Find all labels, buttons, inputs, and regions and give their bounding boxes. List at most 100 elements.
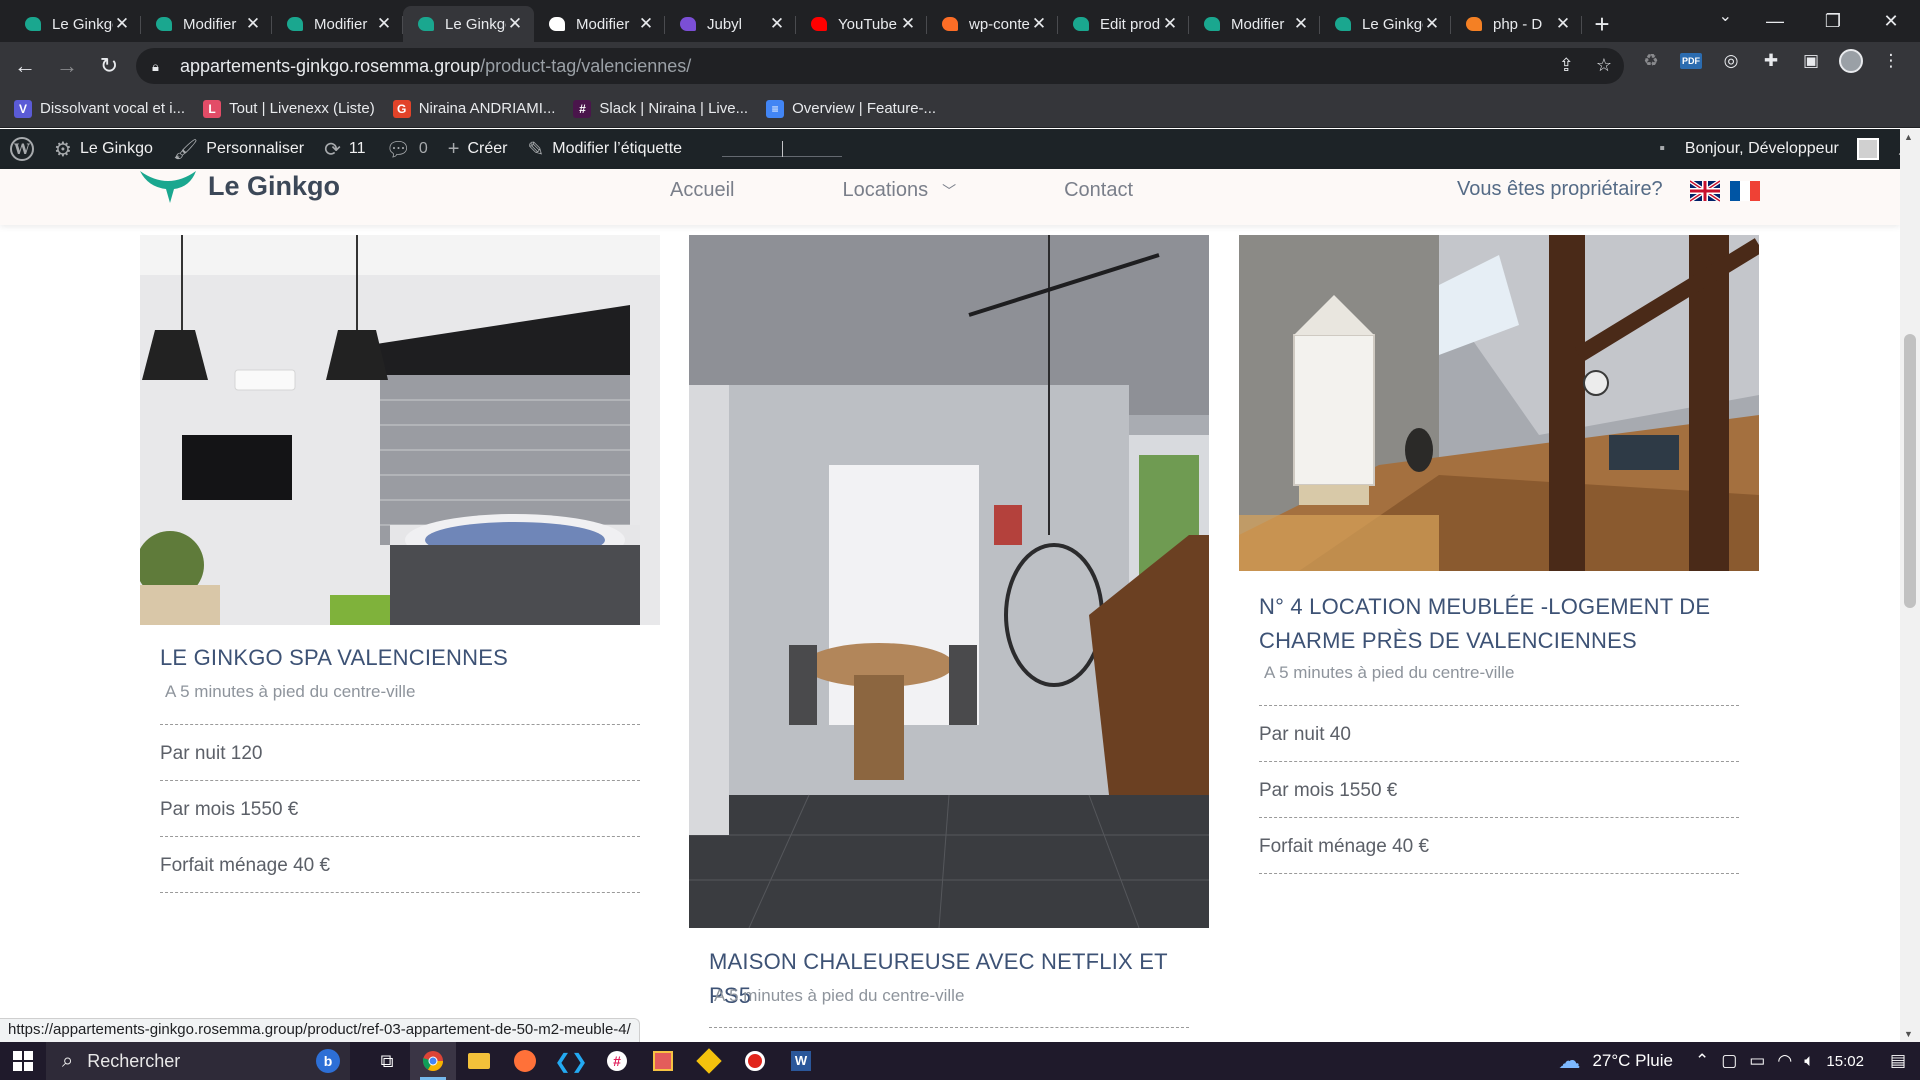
git-icon[interactable] (686, 1042, 732, 1080)
product-card-netflix[interactable]: MAISON CHALEUREUSE AVEC NETFLIX ET PS5 A… (689, 235, 1209, 1035)
wp-create-link[interactable]: + Créer (438, 129, 518, 169)
windows-start-button[interactable] (0, 1042, 46, 1080)
bookmark-item[interactable]: # Slack | Niraina | Live... (573, 99, 748, 118)
weather-text[interactable]: 27°C Pluie (1592, 1051, 1673, 1071)
extensions-puzzle-icon[interactable]: ✚ (1758, 48, 1784, 74)
tab-search-icon[interactable]: ⌄ (1719, 6, 1732, 26)
page-scrollbar[interactable]: ▲ ▼ (1900, 129, 1920, 1042)
close-tab-icon[interactable]: ✕ (1292, 14, 1310, 34)
product-card-spa[interactable]: LE GINKGO SPA VALENCIENNES A 5 minutes à… (140, 235, 660, 895)
product-photo-spa[interactable] (140, 235, 660, 625)
word-icon[interactable]: W (778, 1042, 824, 1080)
record-extension-icon[interactable]: ◎ (1718, 48, 1744, 74)
close-tab-icon[interactable]: ✕ (1030, 14, 1048, 34)
browser-tab[interactable]: Le Ginkgo✕ (403, 6, 534, 42)
browser-tab[interactable]: Modifier ✕ (141, 6, 272, 42)
side-panel-icon[interactable]: ▣ (1798, 48, 1824, 74)
browser-tab[interactable]: Le Ginkgo✕ (1320, 6, 1451, 42)
wp-notification-button[interactable]: ▪ (1649, 129, 1675, 169)
battery-icon[interactable]: ▭ (1749, 1051, 1765, 1071)
close-tab-icon[interactable]: ✕ (637, 14, 655, 34)
close-tab-icon[interactable]: ✕ (1423, 14, 1441, 34)
menu-item-accueil[interactable]: Accueil (670, 179, 734, 202)
share-icon[interactable]: ⇪ (1559, 55, 1574, 76)
bookmark-star-icon[interactable]: ☆ (1596, 55, 1612, 76)
wp-customize-link[interactable]: 🖌︎ Personnaliser (163, 129, 314, 169)
forward-button[interactable]: → (50, 49, 84, 83)
new-tab-button[interactable]: + (1582, 6, 1622, 42)
clock-time[interactable]: 15:02 (1826, 1053, 1864, 1070)
browser-tab[interactable]: wp-content✕ (927, 6, 1058, 42)
product-title[interactable]: LE GINKGO SPA VALENCIENNES (160, 641, 508, 675)
bookmark-item[interactable]: ≡ Overview | Feature-... (766, 99, 936, 118)
task-view-icon[interactable]: ⧉ (364, 1042, 410, 1080)
volume-icon[interactable]: 🔈︎ (1804, 1051, 1814, 1071)
scroll-up-arrow-icon[interactable]: ▲ (1904, 132, 1913, 142)
pdf-extension-icon[interactable]: PDF (1678, 48, 1704, 74)
minimize-button[interactable]: — (1746, 0, 1804, 42)
browser-tab[interactable]: YouTube ✕ (796, 6, 927, 42)
product-photo-charme[interactable] (1239, 235, 1759, 571)
product-card-charme[interactable]: N° 4 LOCATION MEUBLÉE -LOGEMENT DE CHARM… (1239, 235, 1759, 875)
slack-taskbar-icon[interactable]: # (594, 1042, 640, 1080)
wordpress-logo-button[interactable]: W (0, 129, 44, 169)
firefox-icon[interactable] (502, 1042, 548, 1080)
profile-avatar[interactable] (1838, 48, 1864, 74)
menu-item-locations[interactable]: Locations ﹀ (842, 179, 956, 202)
bookmark-item[interactable]: V Dissolvant vocal et i... (14, 99, 185, 118)
wp-site-link[interactable]: ⚙ Le Ginkgo (44, 129, 163, 169)
bookmark-item[interactable]: G Niraina ANDRIAMI... (392, 99, 555, 118)
close-tab-icon[interactable]: ✕ (244, 14, 262, 34)
browser-tab[interactable]: Edit product✕ (1058, 6, 1189, 42)
close-tab-icon[interactable]: ✕ (1554, 14, 1572, 34)
chevron-up-icon[interactable]: ⌃ (1695, 1051, 1709, 1071)
close-tab-icon[interactable]: ✕ (1161, 14, 1179, 34)
chrome-menu-icon[interactable]: ⋮ (1878, 48, 1904, 74)
taskbar-search[interactable]: ⌕ Rechercher b (46, 1042, 350, 1080)
file-explorer-icon[interactable] (456, 1042, 502, 1080)
wifi-icon[interactable]: ◠ (1777, 1051, 1792, 1071)
scrollbar-thumb[interactable] (1904, 334, 1916, 608)
product-photo-netflix[interactable] (689, 235, 1209, 928)
scroll-down-arrow-icon[interactable]: ▼ (1904, 1029, 1913, 1039)
close-tab-icon[interactable]: ✕ (768, 14, 786, 34)
close-tab-icon[interactable]: ✕ (506, 14, 524, 34)
vscode-icon[interactable]: ❮❯ (548, 1042, 594, 1080)
browser-tab[interactable]: Modifier ✕ (534, 6, 665, 42)
wp-account-menu[interactable]: Bonjour, Développeur (1675, 129, 1889, 169)
bing-icon[interactable]: b (316, 1049, 340, 1073)
meet-now-icon[interactable]: ▢ (1721, 1051, 1737, 1071)
reload-button[interactable]: ↻ (92, 49, 126, 83)
restore-button[interactable]: ❐ (1804, 0, 1862, 42)
lock-icon[interactable]: 🔒︎ (152, 59, 164, 74)
close-tab-icon[interactable]: ✕ (899, 14, 917, 34)
notifications-icon[interactable]: ▤ (1890, 1051, 1906, 1071)
bookmark-item[interactable]: L Tout | Livenexx (Liste) (203, 99, 375, 118)
product-title-line-2[interactable]: CHARME PRÈS DE VALENCIENNES (1259, 624, 1637, 658)
owner-link[interactable]: Vous êtes propriétaire? (1457, 178, 1663, 201)
browser-tab[interactable]: Le Ginkgo✕ (10, 6, 141, 42)
browser-tab[interactable]: Modifier ✕ (272, 6, 403, 42)
uk-flag-icon[interactable] (1690, 180, 1720, 202)
menu-item-contact[interactable]: Contact (1064, 179, 1133, 202)
france-flag-icon[interactable] (1730, 180, 1760, 202)
weather-cloud-icon[interactable]: ☁ (1558, 1048, 1580, 1074)
wp-comments-link[interactable]: 💬︎ 0 (375, 129, 437, 169)
chrome-taskbar-icon[interactable] (410, 1042, 456, 1080)
app-grid-icon[interactable] (640, 1042, 686, 1080)
price-per-night: Par nuit 120 (160, 743, 263, 764)
browser-tab[interactable]: php - D ✕ (1451, 6, 1582, 42)
back-button[interactable]: ← (8, 49, 42, 83)
wp-updates-link[interactable]: ⟳ 11 (314, 129, 375, 169)
product-title-line-1[interactable]: N° 4 LOCATION MEUBLÉE -LOGEMENT DE (1259, 590, 1710, 624)
screen-recorder-icon[interactable] (732, 1042, 778, 1080)
close-window-button[interactable]: ✕ (1862, 0, 1920, 42)
recycle-extension-icon[interactable]: ♻ (1638, 48, 1664, 74)
site-logo-link[interactable]: Le Ginkgo (138, 169, 340, 203)
close-tab-icon[interactable]: ✕ (113, 14, 131, 34)
close-tab-icon[interactable]: ✕ (375, 14, 393, 34)
browser-tab[interactable]: Jubyl ✕ (665, 6, 796, 42)
browser-tab[interactable]: Modifier ✕ (1189, 6, 1320, 42)
wp-edit-tag-link[interactable]: ✎ Modifier l’étiquette (517, 129, 692, 169)
url-bar[interactable]: 🔒︎ appartements-ginkgo.rosemma.group/pro… (136, 48, 1624, 84)
